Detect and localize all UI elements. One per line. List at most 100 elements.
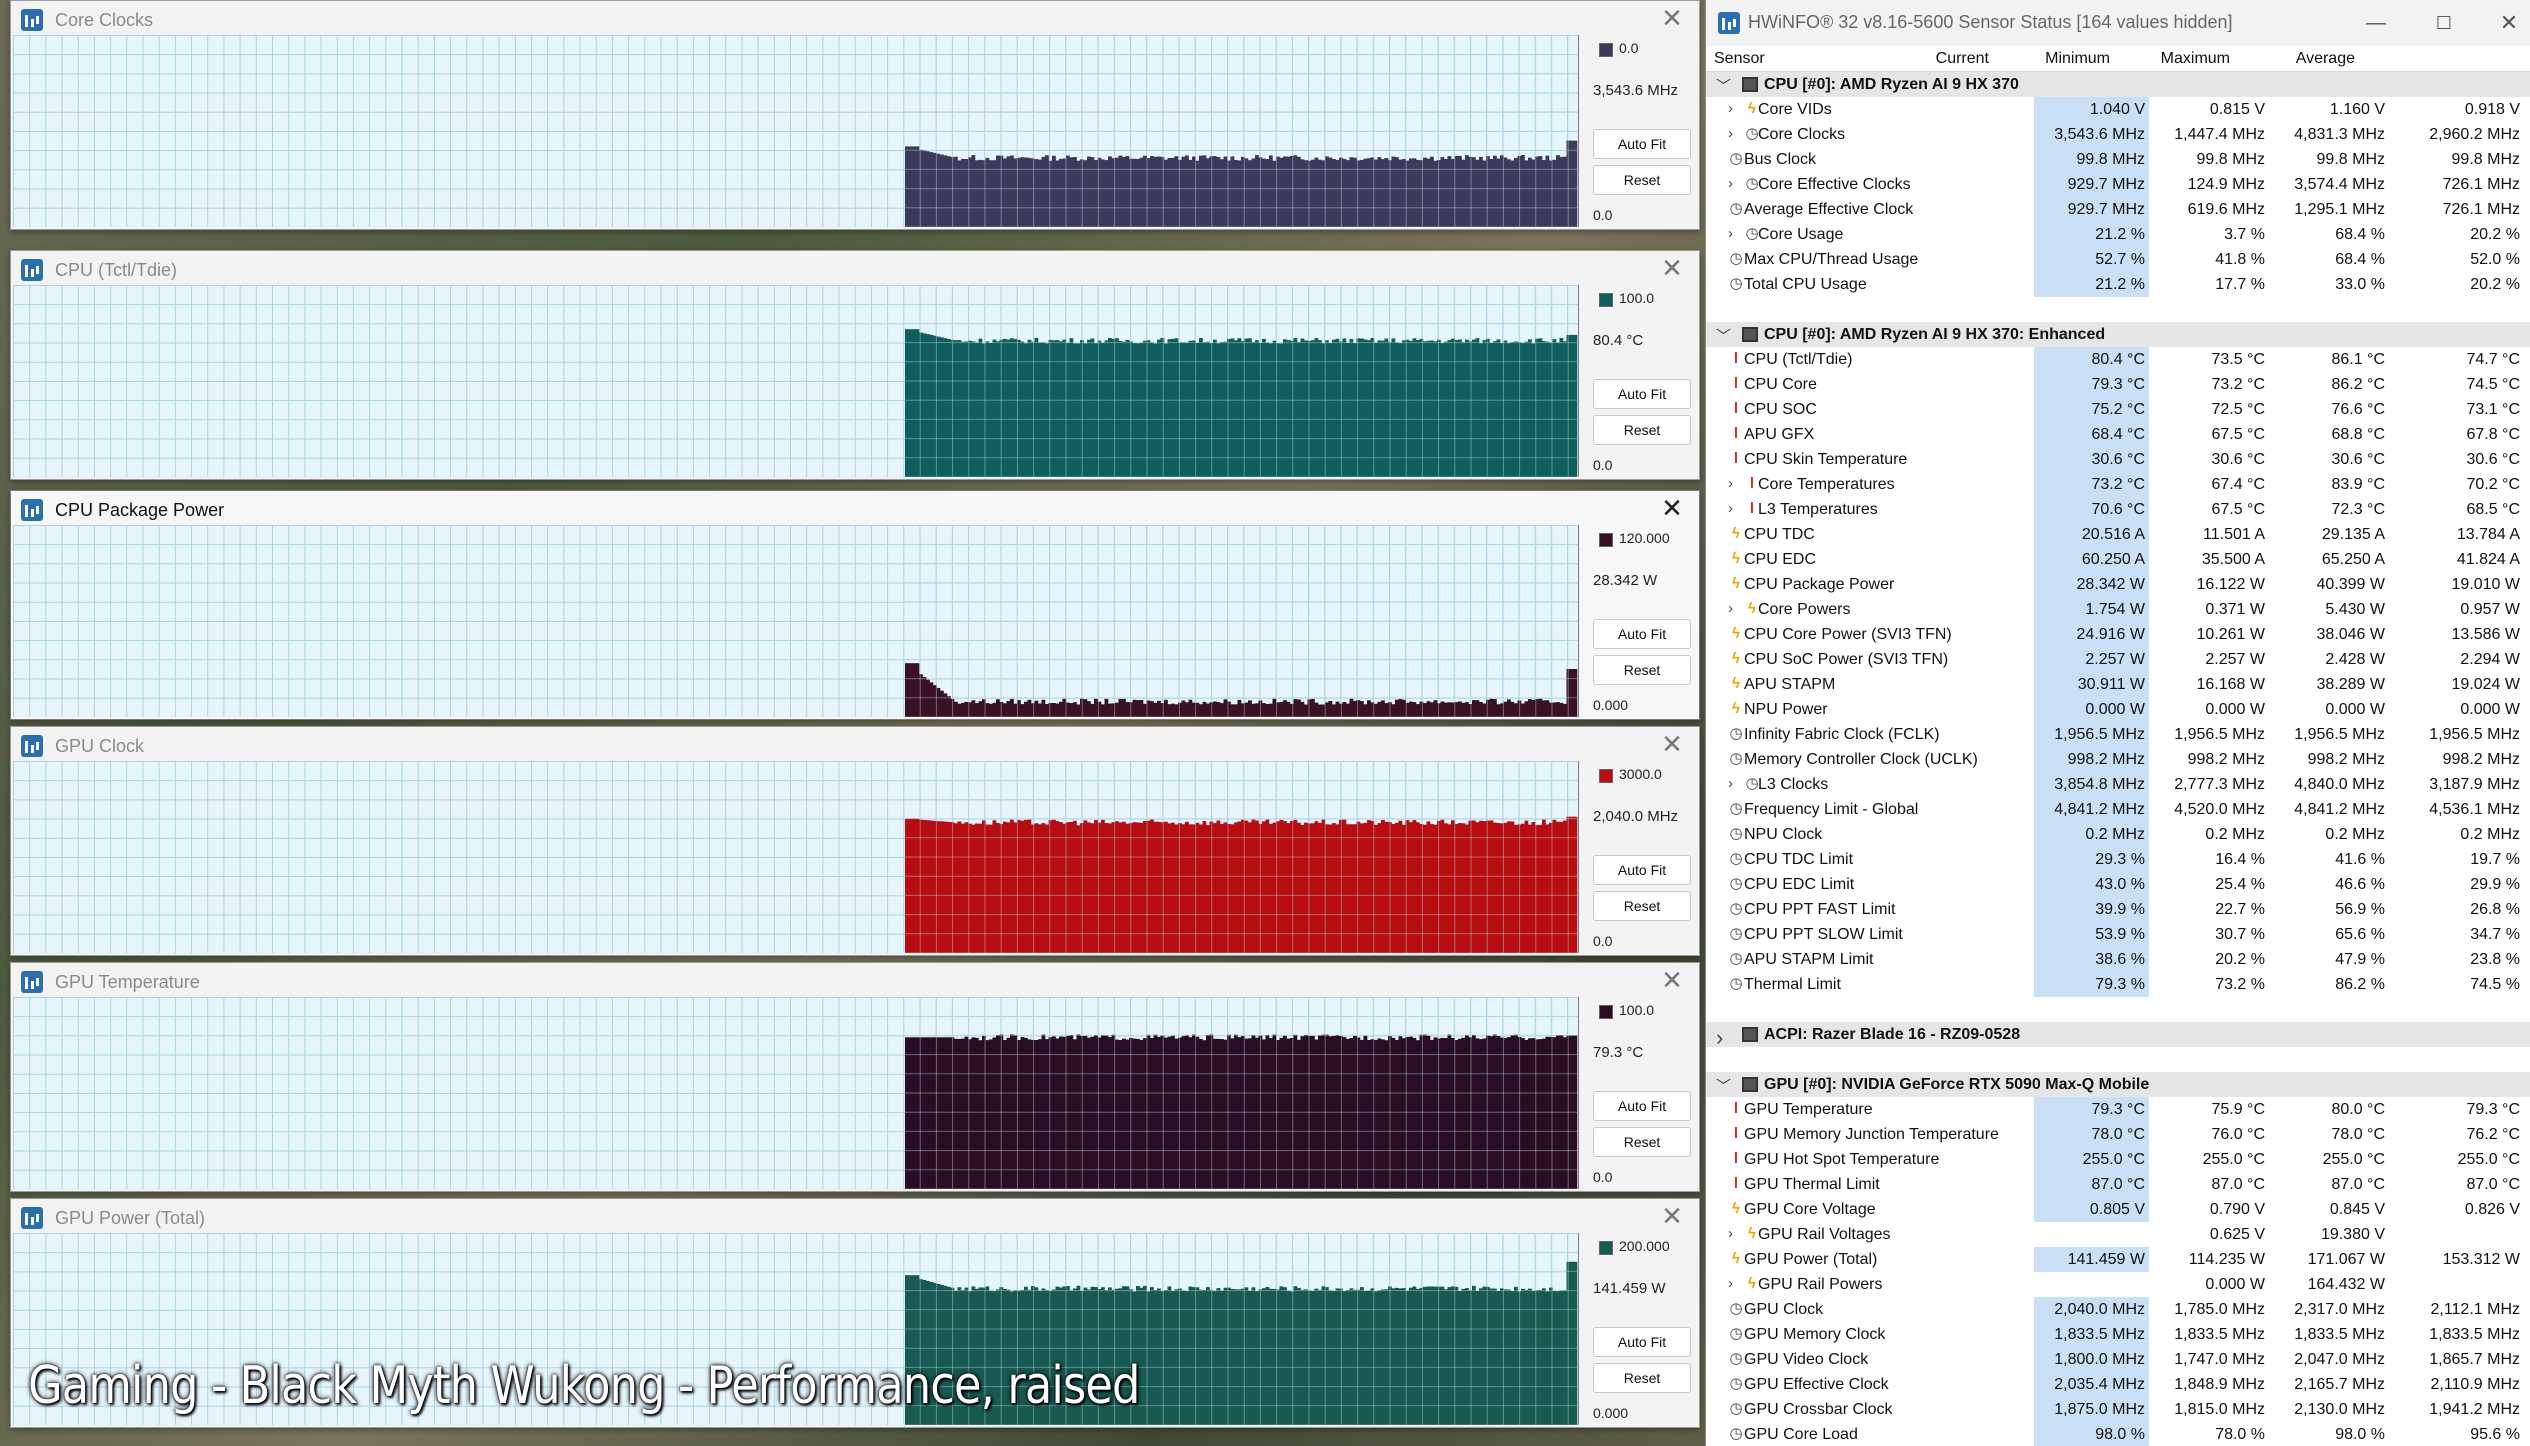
graph-window[interactable]: CPU Package Power ✕ 120.000 28.342 W Aut…: [10, 490, 1700, 720]
sensor-row[interactable]: › ◷ Core Effective Clocks 929.7 MHz 124.…: [1706, 172, 2530, 197]
graph-titlebar[interactable]: GPU Power (Total) ✕: [11, 1199, 1699, 1233]
auto-fit-button[interactable]: Auto Fit: [1593, 129, 1691, 159]
graph-titlebar[interactable]: CPU (Tctl/Tdie) ✕: [11, 251, 1699, 285]
sensor-row[interactable]: ◷ NPU Clock 0.2 MHz 0.2 MHz 0.2 MHz 0.2 …: [1706, 822, 2530, 847]
close-icon[interactable]: ✕: [1659, 5, 1685, 31]
sensor-row[interactable]: ϟ CPU Core Power (SVI3 TFN) 24.916 W 10.…: [1706, 622, 2530, 647]
sensor-group-row[interactable]: › ACPI: Razer Blade 16 - RZ09-0528: [1706, 1022, 2530, 1050]
chevron-down-icon[interactable]: ﹀: [1716, 75, 1731, 96]
reset-button[interactable]: Reset: [1593, 415, 1691, 445]
graph-window[interactable]: GPU Clock ✕ 3000.0 2,040.0 MHz Auto Fit …: [10, 726, 1700, 956]
close-icon[interactable]: ✕: [1659, 967, 1685, 993]
series-color-swatch[interactable]: [1599, 1241, 1613, 1255]
close-icon[interactable]: ✕: [1659, 255, 1685, 281]
chevron-right-icon[interactable]: ›: [1728, 775, 1733, 792]
graph-window[interactable]: CPU (Tctl/Tdie) ✕ 100.0 80.4 °C Auto Fit…: [10, 250, 1700, 480]
reset-button[interactable]: Reset: [1593, 655, 1691, 685]
sensor-row[interactable]: ◷ Infinity Fabric Clock (FCLK) 1,956.5 M…: [1706, 722, 2530, 747]
sensor-row[interactable]: › ϟ GPU Rail Powers 0.000 W 164.432 W: [1706, 1272, 2530, 1297]
graph-titlebar[interactable]: Core Clocks ✕: [11, 1, 1699, 35]
sensor-row[interactable]: ◷ Total CPU Usage 21.2 % 17.7 % 33.0 % 2…: [1706, 272, 2530, 297]
sensor-row[interactable]: ◷ Average Effective Clock 929.7 MHz 619.…: [1706, 197, 2530, 222]
sensor-row[interactable]: ◷ CPU EDC Limit 43.0 % 25.4 % 46.6 % 29.…: [1706, 872, 2530, 897]
sensor-row[interactable]: ◷ Bus Clock 99.8 MHz 99.8 MHz 99.8 MHz 9…: [1706, 147, 2530, 172]
reset-button[interactable]: Reset: [1593, 165, 1691, 195]
chevron-right-icon[interactable]: ›: [1728, 175, 1733, 192]
close-icon[interactable]: ✕: [1659, 731, 1685, 757]
hwinfo-titlebar[interactable]: HWiNFO® 32 v8.16-5600 Sensor Status [164…: [1706, 0, 2530, 46]
chevron-right-icon[interactable]: ›: [1728, 125, 1733, 142]
sensor-row[interactable]: ǀ CPU SOC 75.2 °C 72.5 °C 76.6 °C 73.1 °…: [1706, 397, 2530, 422]
sensor-row[interactable]: ϟ GPU Power (Total) 141.459 W 114.235 W …: [1706, 1247, 2530, 1272]
auto-fit-button[interactable]: Auto Fit: [1593, 855, 1691, 885]
sensor-row[interactable]: ϟ GPU Core Voltage 0.805 V 0.790 V 0.845…: [1706, 1197, 2530, 1222]
column-maximum[interactable]: Maximum: [2138, 50, 2230, 68]
sensor-row[interactable]: ◷ CPU PPT SLOW Limit 53.9 % 30.7 % 65.6 …: [1706, 922, 2530, 947]
series-color-swatch[interactable]: [1599, 43, 1613, 57]
close-icon[interactable]: ✕: [1659, 1203, 1685, 1229]
auto-fit-button[interactable]: Auto Fit: [1593, 1091, 1691, 1121]
close-icon[interactable]: ✕: [2489, 8, 2529, 38]
sensor-row[interactable]: › ǀ L3 Temperatures 70.6 °C 67.5 °C 72.3…: [1706, 497, 2530, 522]
series-color-swatch[interactable]: [1599, 533, 1613, 547]
auto-fit-button[interactable]: Auto Fit: [1593, 1327, 1691, 1357]
sensor-row[interactable]: › ϟ Core Powers 1.754 W 0.371 W 5.430 W …: [1706, 597, 2530, 622]
sensor-row[interactable]: ϟ CPU EDC 60.250 A 35.500 A 65.250 A 41.…: [1706, 547, 2530, 572]
sensor-row[interactable]: ǀ CPU (Tctl/Tdie) 80.4 °C 73.5 °C 86.1 °…: [1706, 347, 2530, 372]
sensor-group-row[interactable]: ﹀ CPU [#0]: AMD Ryzen AI 9 HX 370: Enhan…: [1706, 322, 2530, 347]
sensor-row[interactable]: ◷ GPU Memory Clock 1,833.5 MHz 1,833.5 M…: [1706, 1322, 2530, 1347]
reset-button[interactable]: Reset: [1593, 1127, 1691, 1157]
graph-titlebar[interactable]: GPU Temperature ✕: [11, 963, 1699, 997]
sensor-row[interactable]: ◷ Thermal Limit 79.3 % 73.2 % 86.2 % 74.…: [1706, 972, 2530, 997]
sensor-row[interactable]: ◷ GPU Core Load 98.0 % 78.0 % 98.0 % 95.…: [1706, 1422, 2530, 1446]
sensor-row[interactable]: ◷ GPU Effective Clock 2,035.4 MHz 1,848.…: [1706, 1372, 2530, 1397]
reset-button[interactable]: Reset: [1593, 1363, 1691, 1393]
column-sensor[interactable]: Sensor: [1714, 50, 1765, 68]
sensor-row[interactable]: › ◷ Core Clocks 3,543.6 MHz 1,447.4 MHz …: [1706, 122, 2530, 147]
sensor-row[interactable]: › ◷ L3 Clocks 3,854.8 MHz 2,777.3 MHz 4,…: [1706, 772, 2530, 797]
column-minimum[interactable]: Minimum: [2018, 50, 2110, 68]
chevron-right-icon[interactable]: ›: [1728, 1225, 1733, 1242]
sensor-row[interactable]: › ϟ GPU Rail Voltages 0.625 V 19.380 V: [1706, 1222, 2530, 1247]
sensor-row[interactable]: ϟ NPU Power 0.000 W 0.000 W 0.000 W 0.00…: [1706, 697, 2530, 722]
sensor-row[interactable]: ◷ CPU PPT FAST Limit 39.9 % 22.7 % 56.9 …: [1706, 897, 2530, 922]
auto-fit-button[interactable]: Auto Fit: [1593, 619, 1691, 649]
graph-titlebar[interactable]: CPU Package Power ✕: [11, 491, 1699, 525]
sensor-row[interactable]: ◷ CPU TDC Limit 29.3 % 16.4 % 41.6 % 19.…: [1706, 847, 2530, 872]
sensor-row[interactable]: ◷ Memory Controller Clock (UCLK) 998.2 M…: [1706, 747, 2530, 772]
sensor-row[interactable]: ϟ CPU TDC 20.516 A 11.501 A 29.135 A 13.…: [1706, 522, 2530, 547]
sensor-row[interactable]: ǀ GPU Thermal Limit 87.0 °C 87.0 °C 87.0…: [1706, 1172, 2530, 1197]
chevron-right-icon[interactable]: ›: [1728, 475, 1733, 492]
series-color-swatch[interactable]: [1599, 769, 1613, 783]
chevron-right-icon[interactable]: ›: [1728, 600, 1733, 617]
sensor-row[interactable]: ϟ CPU Package Power 28.342 W 16.122 W 40…: [1706, 572, 2530, 597]
column-current[interactable]: Current: [1896, 50, 1989, 68]
chevron-down-icon[interactable]: ﹀: [1716, 325, 1731, 346]
chevron-right-icon[interactable]: ›: [1716, 1025, 1723, 1051]
maximize-icon[interactable]: ☐: [2424, 8, 2464, 38]
sensor-row[interactable]: ◷ GPU Crossbar Clock 1,875.0 MHz 1,815.0…: [1706, 1397, 2530, 1422]
chevron-right-icon[interactable]: ›: [1728, 1275, 1733, 1292]
graph-window[interactable]: Core Clocks ✕ 0.0 3,543.6 MHz Auto Fit R…: [10, 0, 1700, 230]
reset-button[interactable]: Reset: [1593, 891, 1691, 921]
graph-window[interactable]: GPU Temperature ✕ 100.0 79.3 °C Auto Fit…: [10, 962, 1700, 1192]
sensor-row[interactable]: › ǀ Core Temperatures 73.2 °C 67.4 °C 83…: [1706, 472, 2530, 497]
minimize-icon[interactable]: —: [2356, 8, 2396, 38]
series-color-swatch[interactable]: [1599, 1005, 1613, 1019]
sensor-row[interactable]: ǀ APU GFX 68.4 °C 67.5 °C 68.8 °C 67.8 °…: [1706, 422, 2530, 447]
chevron-down-icon[interactable]: ﹀: [1716, 1075, 1731, 1096]
series-color-swatch[interactable]: [1599, 293, 1613, 307]
sensor-row[interactable]: ◷ Max CPU/Thread Usage 52.7 % 41.8 % 68.…: [1706, 247, 2530, 272]
chevron-right-icon[interactable]: ›: [1728, 100, 1733, 117]
sensor-row[interactable]: ǀ GPU Memory Junction Temperature 78.0 °…: [1706, 1122, 2530, 1147]
sensor-row[interactable]: ǀ GPU Hot Spot Temperature 255.0 °C 255.…: [1706, 1147, 2530, 1172]
sensor-row[interactable]: ◷ APU STAPM Limit 38.6 % 20.2 % 47.9 % 2…: [1706, 947, 2530, 972]
sensor-row[interactable]: ǀ GPU Temperature 79.3 °C 75.9 °C 80.0 °…: [1706, 1097, 2530, 1122]
sensor-row[interactable]: ǀ CPU Core 79.3 °C 73.2 °C 86.2 °C 74.5 …: [1706, 372, 2530, 397]
sensor-row[interactable]: ◷ GPU Video Clock 1,800.0 MHz 1,747.0 MH…: [1706, 1347, 2530, 1372]
sensor-row[interactable]: ◷ Frequency Limit - Global 4,841.2 MHz 4…: [1706, 797, 2530, 822]
sensor-row[interactable]: › ◷ Core Usage 21.2 % 3.7 % 68.4 % 20.2 …: [1706, 222, 2530, 247]
sensor-row[interactable]: ǀ CPU Skin Temperature 30.6 °C 30.6 °C 3…: [1706, 447, 2530, 472]
sensor-row[interactable]: ϟ CPU SoC Power (SVI3 TFN) 2.257 W 2.257…: [1706, 647, 2530, 672]
chevron-right-icon[interactable]: ›: [1728, 500, 1733, 517]
